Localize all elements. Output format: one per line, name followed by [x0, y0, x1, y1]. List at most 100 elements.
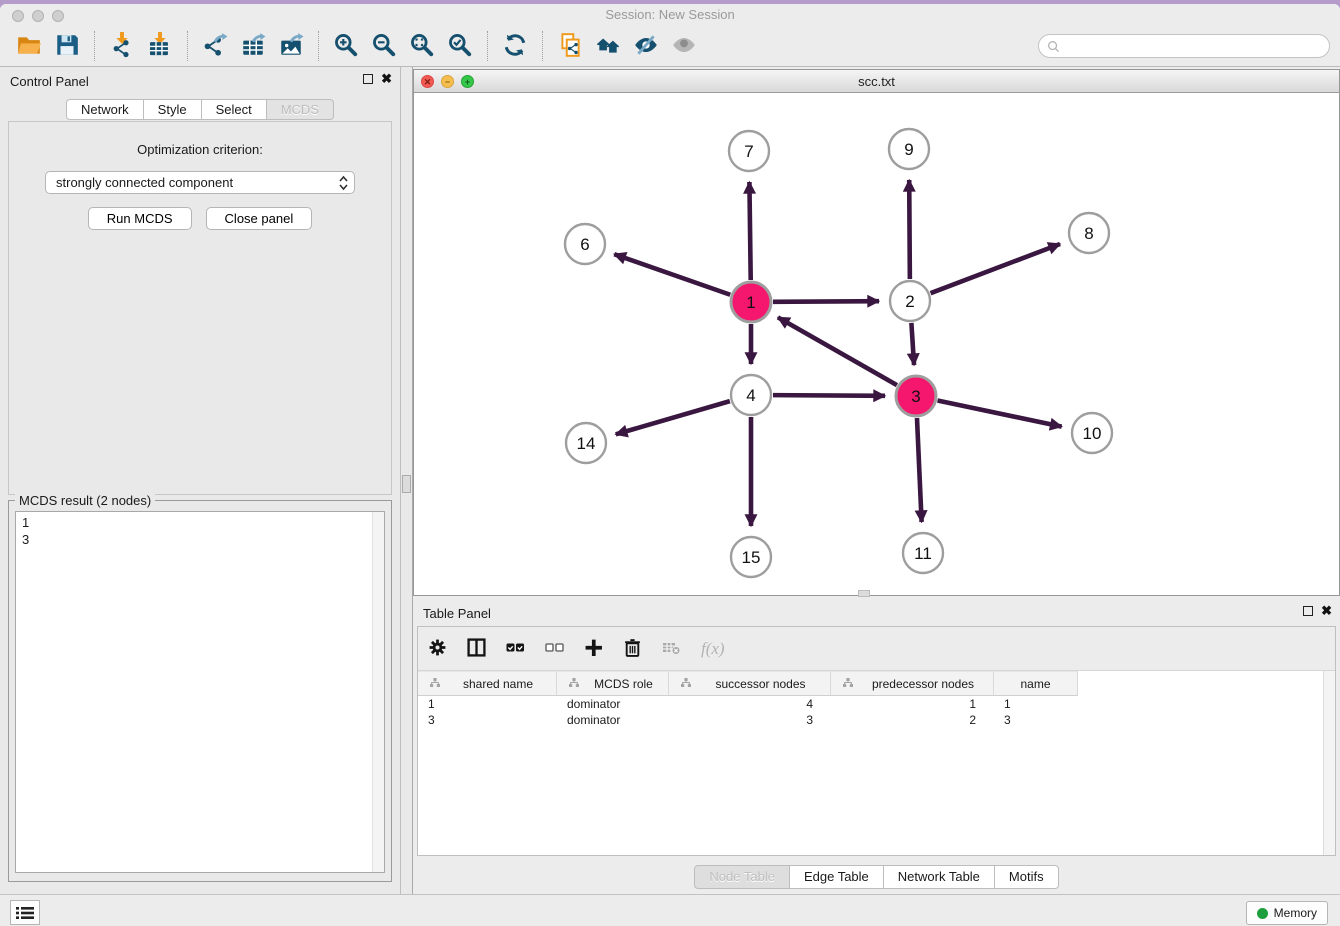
zoom-in-button[interactable] — [329, 30, 363, 62]
open-session-button[interactable] — [12, 30, 46, 62]
column-header-name[interactable]: name — [994, 671, 1078, 696]
tab-edge-table[interactable]: Edge Table — [790, 865, 884, 889]
cell-predecessor-nodes[interactable]: 2 — [831, 712, 994, 728]
zoom-fit-button[interactable] — [405, 30, 439, 62]
toolbar-separator — [318, 31, 319, 61]
float-panel-icon[interactable] — [1303, 606, 1313, 616]
edge-3-10[interactable] — [938, 401, 1062, 427]
refresh-button[interactable] — [498, 30, 532, 62]
tab-style[interactable]: Style — [144, 99, 202, 120]
search-icon — [1047, 40, 1060, 53]
network-canvas[interactable]: 7 9 6 8 1 2 4 3 14 10 15 11 — [414, 93, 1339, 595]
node-table: f(x) shared nameMCDS rolesuccessor nodes… — [417, 626, 1336, 856]
save-session-button[interactable] — [50, 30, 84, 62]
zoom-selected-button[interactable] — [443, 30, 477, 62]
tab-select[interactable]: Select — [202, 99, 267, 120]
edge-4-14[interactable] — [616, 401, 730, 434]
tab-mcds[interactable]: MCDS — [267, 99, 334, 120]
splitter-handle[interactable] — [402, 475, 411, 493]
node-11[interactable]: 11 — [903, 533, 943, 573]
criterion-dropdown[interactable]: strongly connected component — [45, 171, 355, 194]
deselect-checks-button[interactable] — [545, 639, 564, 659]
node-3[interactable]: 3 — [896, 376, 936, 416]
export-image-button[interactable] — [274, 30, 308, 62]
export-network-button[interactable] — [198, 30, 232, 62]
node-1[interactable]: 1 — [731, 282, 771, 322]
node-7[interactable]: 7 — [729, 131, 769, 171]
search-field[interactable] — [1038, 34, 1330, 58]
edge-1-2[interactable] — [773, 301, 879, 302]
show-hidden-icon — [671, 32, 697, 61]
cell-successor-nodes[interactable]: 3 — [669, 712, 831, 728]
edge-3-11[interactable] — [917, 418, 922, 522]
result-scrollbar[interactable] — [372, 512, 384, 872]
node-6[interactable]: 6 — [565, 224, 605, 264]
close-panel-button[interactable]: Close panel — [206, 207, 313, 230]
node-9[interactable]: 9 — [889, 129, 929, 169]
show-hidden-button[interactable] — [667, 30, 701, 62]
cell-predecessor-nodes[interactable]: 1 — [831, 696, 994, 712]
cell-MCDS-role[interactable]: dominator — [557, 712, 669, 728]
cell-name[interactable]: 1 — [994, 696, 1078, 712]
export-table-button[interactable] — [236, 30, 270, 62]
fx-button: f(x) — [701, 639, 725, 659]
run-mcds-button[interactable]: Run MCDS — [88, 207, 192, 230]
show-all-networks-button[interactable] — [591, 30, 625, 62]
edge-1-7[interactable] — [749, 182, 750, 280]
node-14[interactable]: 14 — [566, 423, 606, 463]
tab-network[interactable]: Network — [66, 99, 144, 120]
cell-shared-name[interactable]: 3 — [418, 712, 557, 728]
add-row-button[interactable] — [584, 638, 603, 660]
cell-shared-name[interactable]: 1 — [418, 696, 557, 712]
export-table-icon — [240, 32, 266, 61]
edge-2-8[interactable] — [931, 244, 1060, 293]
network-window-titlebar[interactable]: ✕ − + scc.txt — [414, 70, 1339, 93]
task-history-button[interactable] — [10, 900, 40, 925]
node-2[interactable]: 2 — [890, 281, 930, 321]
table-scrollbar[interactable] — [1323, 671, 1335, 855]
export-network-icon — [202, 32, 228, 61]
float-panel-icon[interactable] — [363, 74, 373, 84]
column-header-successor-nodes[interactable]: successor nodes — [669, 671, 831, 696]
node-label: 8 — [1084, 224, 1093, 243]
import-network-button[interactable] — [105, 30, 139, 62]
table-row[interactable]: 1dominator411 — [418, 696, 1335, 712]
select-all-checks-button[interactable] — [506, 639, 525, 659]
tab-node-table[interactable]: Node Table — [694, 865, 790, 889]
node-4[interactable]: 4 — [731, 375, 771, 415]
edge-4-3[interactable] — [773, 395, 885, 396]
toolbar-separator — [542, 31, 543, 61]
mcds-result-area[interactable]: 1 3 — [15, 511, 385, 873]
column-header-shared-name[interactable]: shared name — [418, 671, 557, 696]
hide-selected-button[interactable] — [629, 30, 663, 62]
node-15[interactable]: 15 — [731, 537, 771, 577]
column-header-MCDS-role[interactable]: MCDS role — [557, 671, 669, 696]
new-network-from-selection-button[interactable] — [553, 30, 587, 62]
cell-successor-nodes[interactable]: 4 — [669, 696, 831, 712]
node-8[interactable]: 8 — [1069, 213, 1109, 253]
close-panel-icon[interactable]: ✖ — [1321, 606, 1332, 616]
cell-MCDS-role[interactable]: dominator — [557, 696, 669, 712]
open-session-icon — [16, 32, 42, 61]
canvas-splitter-handle[interactable] — [858, 590, 870, 597]
gear-button[interactable] — [428, 638, 447, 660]
import-table-button[interactable] — [143, 30, 177, 62]
edge-3-1[interactable] — [778, 317, 897, 385]
table-row[interactable]: 3dominator323 — [418, 712, 1335, 728]
node-10[interactable]: 10 — [1072, 413, 1112, 453]
gear-icon — [428, 638, 447, 660]
vertical-splitter[interactable] — [400, 67, 413, 894]
column-header-predecessor-nodes[interactable]: predecessor nodes — [831, 671, 994, 696]
tab-motifs[interactable]: Motifs — [995, 865, 1059, 889]
edge-1-6[interactable] — [614, 254, 730, 295]
delete-row-button[interactable] — [623, 638, 642, 660]
edge-2-3[interactable] — [911, 323, 914, 365]
cell-name[interactable]: 3 — [994, 712, 1078, 728]
close-panel-icon[interactable]: ✖ — [381, 74, 392, 84]
tab-network-table[interactable]: Network Table — [884, 865, 995, 889]
columns-button[interactable] — [467, 638, 486, 660]
memory-button[interactable]: Memory — [1246, 901, 1328, 925]
zoom-out-button[interactable] — [367, 30, 401, 62]
edge-2-9[interactable] — [909, 180, 910, 279]
search-input[interactable] — [1064, 39, 1321, 53]
